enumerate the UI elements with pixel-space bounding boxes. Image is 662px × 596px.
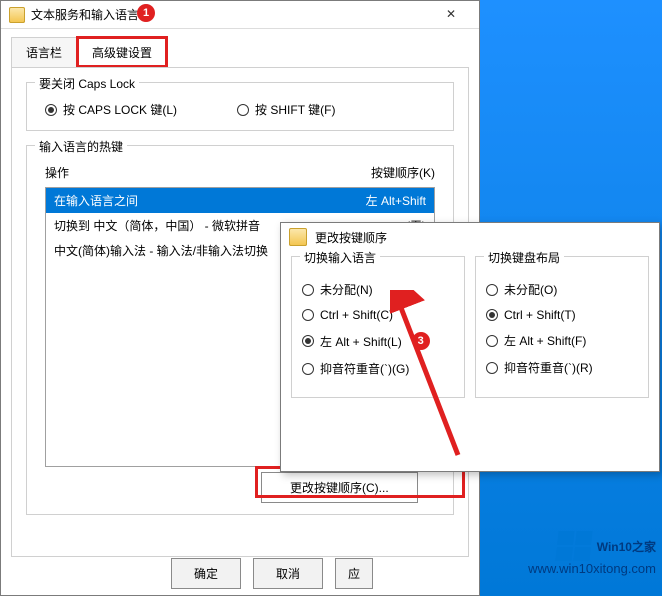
row-action: 在输入语言之间: [54, 192, 138, 209]
radio-label: 左 Alt + Shift(F): [504, 332, 586, 349]
brand-suffix: 之家: [632, 540, 656, 554]
sub-dialog-title: 更改按键顺序: [315, 229, 387, 246]
button-label: 应: [348, 567, 360, 581]
row-key: 左 Alt+Shift: [366, 192, 426, 209]
radio-label: Ctrl + Shift(C): [320, 308, 393, 322]
button-label: 确定: [194, 567, 218, 581]
dialog-title: 文本服务和输入语言: [31, 6, 139, 23]
radio-icon: [302, 309, 314, 321]
radio-alt-shift-left[interactable]: 左 Alt + Shift(L) 3: [302, 332, 454, 350]
radio-none-right[interactable]: 未分配(O): [486, 281, 638, 298]
radio-label: 抑音符重音(`)(R): [504, 359, 593, 376]
radio-label: 未分配(O): [504, 281, 557, 298]
ok-button[interactable]: 确定: [171, 558, 241, 589]
group-title: 切换输入语言: [300, 249, 380, 266]
tab-strip: 语言栏 高级键设置 1: [11, 37, 469, 67]
group-title: 要关闭 Caps Lock: [35, 75, 139, 92]
tab-language-bar[interactable]: 语言栏: [11, 37, 77, 67]
close-icon[interactable]: ✕: [431, 4, 471, 26]
group-title: 输入语言的热键: [35, 138, 127, 155]
tab-advanced-key-settings[interactable]: 高级键设置: [77, 37, 167, 67]
tab-label: 高级键设置: [92, 46, 152, 60]
tab-label: 语言栏: [26, 46, 62, 60]
col-action: 操作: [45, 164, 69, 181]
radio-label: Ctrl + Shift(T): [504, 308, 576, 322]
change-key-sequence-dialog: 更改按键顺序 切换输入语言 未分配(N) Ctrl + Shift(C) 左 A…: [280, 222, 660, 472]
badge-1: 1: [137, 4, 155, 22]
radio-icon: [302, 284, 314, 296]
radio-icon: [302, 363, 314, 375]
cancel-button[interactable]: 取消: [253, 558, 323, 589]
radio-icon: [302, 335, 314, 347]
list-item[interactable]: 在输入语言之间 左 Alt+Shift: [46, 188, 434, 213]
radio-ctrl-shift-right[interactable]: Ctrl + Shift(T): [486, 308, 638, 322]
radio-alt-shift-right[interactable]: 左 Alt + Shift(F): [486, 332, 638, 349]
radio-icon: [486, 335, 498, 347]
windows-logo-icon: [555, 531, 592, 561]
radio-grave-right[interactable]: 抑音符重音(`)(R): [486, 359, 638, 376]
titlebar: 文本服务和输入语言 ✕: [1, 1, 479, 29]
radio-icon: [486, 362, 498, 374]
row-action: 中文(简体)输入法 - 输入法/非输入法切换: [54, 242, 268, 259]
radio-icon: [486, 309, 498, 321]
col-key: 按键顺序(K): [371, 164, 435, 181]
switch-keyboard-layout-group: 切换键盘布局 未分配(O) Ctrl + Shift(T) 左 Alt + Sh…: [475, 256, 649, 398]
switch-input-language-group: 切换输入语言 未分配(N) Ctrl + Shift(C) 左 Alt + Sh…: [291, 256, 465, 398]
apply-button[interactable]: 应: [335, 558, 373, 589]
radio-label: 未分配(N): [320, 281, 373, 298]
radio-icon: [486, 284, 498, 296]
button-label: 取消: [276, 567, 300, 581]
radio-icon: [237, 104, 249, 116]
dialog-buttons: 确定 取消 应: [171, 558, 373, 589]
radio-grave-left[interactable]: 抑音符重音(`)(G): [302, 360, 454, 377]
radio-label: 左 Alt + Shift(L): [320, 333, 402, 350]
app-icon: [9, 7, 25, 23]
group-title: 切换键盘布局: [484, 249, 564, 266]
brand-url: www.win10xitong.com: [528, 561, 656, 576]
radio-label: 按 CAPS LOCK 键(L): [63, 101, 177, 118]
radio-shift[interactable]: 按 SHIFT 键(F): [237, 101, 335, 118]
app-icon: [289, 228, 307, 246]
radio-none-left[interactable]: 未分配(N): [302, 281, 454, 298]
badge-3: 3: [412, 332, 430, 350]
brand-name: Win10: [597, 540, 632, 554]
radio-ctrl-shift-left[interactable]: Ctrl + Shift(C): [302, 308, 454, 322]
caps-lock-group: 要关闭 Caps Lock 按 CAPS LOCK 键(L) 按 SHIFT 键…: [26, 82, 454, 131]
radio-label: 按 SHIFT 键(F): [255, 101, 335, 118]
row-action: 切换到 中文（简体，中国） - 微软拼音: [54, 217, 260, 234]
radio-caps-lock[interactable]: 按 CAPS LOCK 键(L): [45, 101, 177, 118]
radio-icon: [45, 104, 57, 116]
watermark: Win10之家 www.win10xitong.com: [528, 531, 656, 576]
radio-label: 抑音符重音(`)(G): [320, 360, 409, 377]
